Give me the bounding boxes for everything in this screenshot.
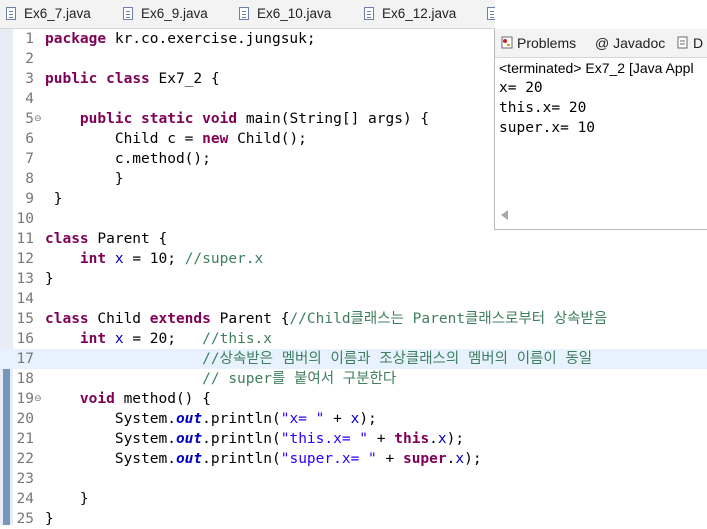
code-text: int x = 10; //super.x bbox=[79, 251, 264, 267]
console-output-line: x= 20 bbox=[499, 80, 543, 96]
declaration-icon bbox=[677, 36, 688, 49]
code-text: } bbox=[45, 271, 54, 287]
code-text: System.out.println("this.x= " + this.x); bbox=[45, 431, 465, 447]
code-line[interactable]: 25} bbox=[0, 509, 707, 529]
code-text: System.out.println("super.x= " + super.x… bbox=[45, 451, 482, 467]
line-number: 9 bbox=[25, 191, 34, 207]
line-number: 16 bbox=[16, 331, 34, 347]
line-number: 24 bbox=[16, 491, 34, 507]
console-view: Problems @ Javadoc D <terminated> Ex7_2 … bbox=[494, 29, 707, 230]
code-text: class Child extends Parent {//Child클래스는 … bbox=[45, 311, 608, 327]
line-number: 21 bbox=[16, 431, 34, 447]
java-file-icon bbox=[6, 7, 16, 20]
line-number: 23 bbox=[16, 471, 34, 487]
line-number: 6 bbox=[25, 131, 34, 147]
code-line[interactable]: 24 } bbox=[0, 489, 707, 509]
tab-label: Ex6_9.java bbox=[141, 6, 208, 21]
tab-overflow[interactable] bbox=[485, 0, 495, 28]
code-line[interactable]: 15 class Child extends Parent {//Child클래스… bbox=[0, 309, 707, 329]
console-output-line: this.x= 20 bbox=[499, 100, 587, 116]
code-text: //상속받은 멤버의 이름과 조상클래스의 멤버의 이름이 동일 bbox=[202, 351, 593, 367]
line-number: 13 bbox=[16, 271, 34, 287]
code-text: void method() { bbox=[79, 391, 211, 407]
fold-toggle-icon[interactable]: ⊖ bbox=[34, 111, 42, 127]
code-editor[interactable]: 1 package kr.co.exercise.jungsuk; 2 3 public… bbox=[0, 29, 707, 527]
editor-tab-bar: Ex6_7.java Ex6_9.java Ex6_10.java Ex6_12… bbox=[0, 0, 495, 29]
line-number: 10 bbox=[16, 211, 34, 227]
console-horizontal-scrollbar[interactable] bbox=[495, 207, 707, 224]
code-line[interactable]: 23 bbox=[0, 469, 707, 489]
code-line[interactable]: 13} bbox=[0, 269, 707, 289]
code-line[interactable]: 11 class Parent { bbox=[0, 229, 707, 249]
code-text: // super를 붙여서 구분한다 bbox=[202, 371, 397, 387]
tab-label: Problems bbox=[517, 35, 577, 51]
line-number: 5 bbox=[25, 111, 34, 127]
line-number: 12 bbox=[16, 251, 34, 267]
line-number: 8 bbox=[25, 171, 34, 187]
line-number: 7 bbox=[25, 151, 34, 167]
line-number: 2 bbox=[25, 51, 34, 67]
console-output-line: super.x= 10 bbox=[499, 120, 596, 136]
code-text: public class Ex7_2 { bbox=[45, 71, 220, 87]
line-number: 25 bbox=[16, 511, 34, 527]
tab-label: D bbox=[693, 35, 704, 51]
line-number: 15 bbox=[16, 311, 34, 327]
code-text: c.method(); bbox=[45, 151, 211, 167]
java-file-icon bbox=[123, 7, 133, 20]
code-line[interactable]: 12 int x = 10; //super.x bbox=[0, 249, 707, 269]
code-text: public static void main(String[] args) { bbox=[79, 111, 430, 127]
tab-label: Ex6_12.java bbox=[382, 6, 457, 21]
tab-label: Ex6_7.java bbox=[24, 6, 91, 21]
fold-toggle-icon[interactable]: ⊖ bbox=[34, 391, 42, 407]
line-number: 3 bbox=[25, 71, 34, 87]
line-number: 14 bbox=[16, 291, 34, 307]
console-status: <terminated> Ex7_2 [Java Appl bbox=[499, 60, 694, 76]
line-number: 22 bbox=[16, 451, 34, 467]
tab-label: @ Javadoc bbox=[595, 35, 666, 51]
line-number: 1 bbox=[25, 31, 34, 47]
code-text: } bbox=[45, 491, 89, 507]
tab-javadoc[interactable]: @ Javadoc bbox=[595, 29, 665, 57]
line-number: 17 bbox=[16, 351, 34, 367]
console-tab-bar: Problems @ Javadoc D bbox=[495, 29, 707, 58]
code-text: Child c = new Child(); bbox=[45, 131, 307, 147]
line-number: 19 bbox=[16, 391, 34, 407]
code-text: System.out.println("x= " + x); bbox=[45, 411, 377, 427]
code-line[interactable]: 14 bbox=[0, 289, 707, 309]
code-line[interactable]: 17 //상속받은 멤버의 이름과 조상클래스의 멤버의 이름이 동일 bbox=[0, 349, 707, 369]
line-number: 20 bbox=[16, 411, 34, 427]
java-file-icon bbox=[239, 7, 249, 20]
code-text: } bbox=[45, 171, 124, 187]
code-text: package kr.co.exercise.jungsuk; bbox=[45, 31, 316, 47]
code-line[interactable]: 22 System.out.println("super.x= " + supe… bbox=[0, 449, 707, 469]
scroll-left-arrow-icon[interactable] bbox=[501, 210, 508, 220]
java-file-icon bbox=[364, 7, 374, 20]
code-line[interactable]: 21 System.out.println("this.x= " + this.… bbox=[0, 429, 707, 449]
code-text: } bbox=[45, 511, 54, 527]
line-number: 18 bbox=[16, 371, 34, 387]
code-text: class Parent { bbox=[45, 231, 168, 247]
java-file-icon bbox=[487, 7, 495, 20]
code-line[interactable]: 18 // super를 붙여서 구분한다 bbox=[0, 369, 707, 389]
code-line[interactable]: 19 ⊖ void method() { bbox=[0, 389, 707, 409]
line-number: 4 bbox=[25, 91, 34, 107]
line-number: 11 bbox=[16, 231, 34, 247]
code-text: int x = 20; //this.x bbox=[79, 331, 273, 347]
tab-label: Ex6_10.java bbox=[257, 6, 332, 21]
problems-icon bbox=[501, 36, 513, 49]
code-line[interactable]: 16 int x = 20; //this.x bbox=[0, 329, 707, 349]
code-text: } bbox=[45, 191, 63, 207]
code-line[interactable]: 20 System.out.println("x= " + x); bbox=[0, 409, 707, 429]
